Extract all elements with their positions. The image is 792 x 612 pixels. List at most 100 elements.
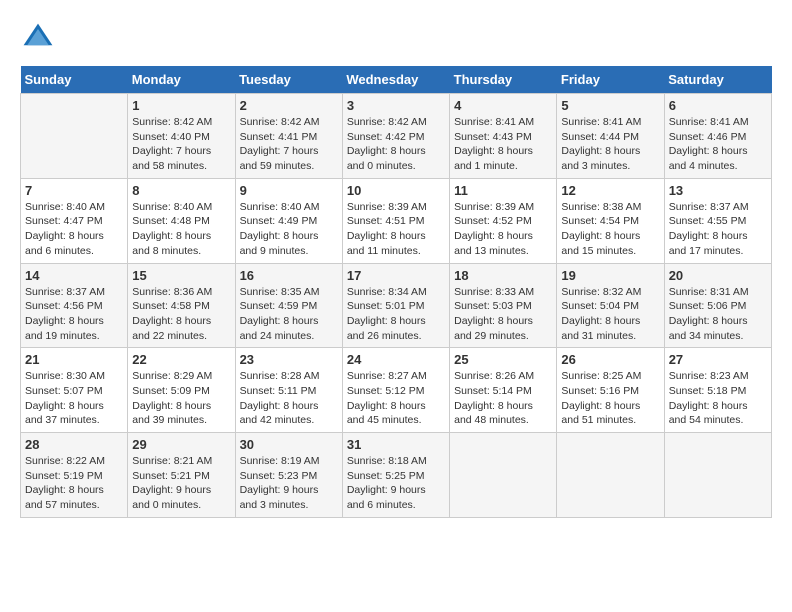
calendar-cell: 21Sunrise: 8:30 AM Sunset: 5:07 PM Dayli… bbox=[21, 348, 128, 433]
calendar-header-row: SundayMondayTuesdayWednesdayThursdayFrid… bbox=[21, 66, 772, 94]
calendar-week-row: 21Sunrise: 8:30 AM Sunset: 5:07 PM Dayli… bbox=[21, 348, 772, 433]
day-number: 24 bbox=[347, 352, 445, 367]
calendar-cell: 31 Sunrise: 8:18 AM Sunset: 5:25 PM Dayli… bbox=[342, 433, 449, 518]
day-number: 4 bbox=[454, 98, 552, 113]
calendar-cell: 3 Sunrise: 8:42 AM Sunset: 4:42 PM Daylig… bbox=[342, 94, 449, 179]
day-detail: Sunrise: 8:39 AM Sunset: 4:52 PM Dayligh… bbox=[454, 200, 552, 259]
day-detail: Sunrise: 8:37 AM Sunset: 4:55 PM Dayligh… bbox=[669, 200, 767, 259]
calendar-cell: 8 Sunrise: 8:40 AM Sunset: 4:48 PM Daylig… bbox=[128, 178, 235, 263]
calendar-cell: 27 Sunrise: 8:23 AM Sunset: 5:18 PM Dayli… bbox=[664, 348, 771, 433]
day-number: 11 bbox=[454, 183, 552, 198]
day-detail: Sunrise: 8:31 AM Sunset: 5:06 PM Dayligh… bbox=[669, 285, 767, 344]
calendar-cell: 13 Sunrise: 8:37 AM Sunset: 4:55 PM Dayli… bbox=[664, 178, 771, 263]
logo-icon bbox=[20, 20, 56, 56]
day-detail: Sunrise: 8:37 AM Sunset: 4:56 PM Dayligh… bbox=[25, 285, 123, 344]
calendar-cell: 1Sunrise: 8:42 AM Sunset: 4:40 PM Daylig… bbox=[128, 94, 235, 179]
day-number: 17 bbox=[347, 268, 445, 283]
calendar-cell: 30Sunrise: 8:19 AM Sunset: 5:23 PM Dayli… bbox=[235, 433, 342, 518]
day-detail: Sunrise: 8:30 AM Sunset: 5:07 PM Dayligh… bbox=[25, 369, 123, 428]
day-detail: Sunrise: 8:36 AM Sunset: 4:58 PM Dayligh… bbox=[132, 285, 230, 344]
day-number: 22 bbox=[132, 352, 230, 367]
day-detail: Sunrise: 8:40 AM Sunset: 4:49 PM Dayligh… bbox=[240, 200, 338, 259]
calendar-cell: 19 Sunrise: 8:32 AM Sunset: 5:04 PM Dayli… bbox=[557, 263, 664, 348]
page-header bbox=[20, 20, 772, 56]
calendar-cell: 25Sunrise: 8:26 AM Sunset: 5:14 PM Dayli… bbox=[450, 348, 557, 433]
day-number: 27 bbox=[669, 352, 767, 367]
day-number: 23 bbox=[240, 352, 338, 367]
day-detail: Sunrise: 8:34 AM Sunset: 5:01 PM Dayligh… bbox=[347, 285, 445, 344]
calendar-cell: 9 Sunrise: 8:40 AM Sunset: 4:49 PM Daylig… bbox=[235, 178, 342, 263]
calendar-cell: 23Sunrise: 8:28 AM Sunset: 5:11 PM Dayli… bbox=[235, 348, 342, 433]
day-detail: Sunrise: 8:18 AM Sunset: 5:25 PM Dayligh… bbox=[347, 454, 445, 513]
day-number: 30 bbox=[240, 437, 338, 452]
calendar-cell: 24 Sunrise: 8:27 AM Sunset: 5:12 PM Dayli… bbox=[342, 348, 449, 433]
day-number: 25 bbox=[454, 352, 552, 367]
day-number: 2 bbox=[240, 98, 338, 113]
calendar-cell: 22 Sunrise: 8:29 AM Sunset: 5:09 PM Dayli… bbox=[128, 348, 235, 433]
day-detail: Sunrise: 8:42 AM Sunset: 4:42 PM Dayligh… bbox=[347, 115, 445, 174]
calendar-cell: 17 Sunrise: 8:34 AM Sunset: 5:01 PM Dayli… bbox=[342, 263, 449, 348]
day-detail: Sunrise: 8:41 AM Sunset: 4:43 PM Dayligh… bbox=[454, 115, 552, 174]
day-detail: Sunrise: 8:41 AM Sunset: 4:44 PM Dayligh… bbox=[561, 115, 659, 174]
calendar-cell: 15 Sunrise: 8:36 AM Sunset: 4:58 PM Dayli… bbox=[128, 263, 235, 348]
day-number: 3 bbox=[347, 98, 445, 113]
day-number: 7 bbox=[25, 183, 123, 198]
day-detail: Sunrise: 8:23 AM Sunset: 5:18 PM Dayligh… bbox=[669, 369, 767, 428]
day-number: 8 bbox=[132, 183, 230, 198]
calendar-cell: 5 Sunrise: 8:41 AM Sunset: 4:44 PM Daylig… bbox=[557, 94, 664, 179]
day-detail: Sunrise: 8:32 AM Sunset: 5:04 PM Dayligh… bbox=[561, 285, 659, 344]
day-detail: Sunrise: 8:40 AM Sunset: 4:47 PM Dayligh… bbox=[25, 200, 123, 259]
day-detail: Sunrise: 8:27 AM Sunset: 5:12 PM Dayligh… bbox=[347, 369, 445, 428]
calendar-cell bbox=[21, 94, 128, 179]
day-number: 29 bbox=[132, 437, 230, 452]
day-number: 31 bbox=[347, 437, 445, 452]
day-number: 16 bbox=[240, 268, 338, 283]
day-detail: Sunrise: 8:29 AM Sunset: 5:09 PM Dayligh… bbox=[132, 369, 230, 428]
day-detail: Sunrise: 8:42 AM Sunset: 4:41 PM Dayligh… bbox=[240, 115, 338, 174]
day-number: 15 bbox=[132, 268, 230, 283]
calendar-cell: 4 Sunrise: 8:41 AM Sunset: 4:43 PM Daylig… bbox=[450, 94, 557, 179]
calendar-week-row: 14 Sunrise: 8:37 AM Sunset: 4:56 PM Dayli… bbox=[21, 263, 772, 348]
column-header-thursday: Thursday bbox=[450, 66, 557, 94]
column-header-monday: Monday bbox=[128, 66, 235, 94]
day-number: 20 bbox=[669, 268, 767, 283]
calendar-cell: 11 Sunrise: 8:39 AM Sunset: 4:52 PM Dayli… bbox=[450, 178, 557, 263]
calendar-cell bbox=[450, 433, 557, 518]
calendar-cell: 2 Sunrise: 8:42 AM Sunset: 4:41 PM Daylig… bbox=[235, 94, 342, 179]
day-detail: Sunrise: 8:25 AM Sunset: 5:16 PM Dayligh… bbox=[561, 369, 659, 428]
day-detail: Sunrise: 8:33 AM Sunset: 5:03 PM Dayligh… bbox=[454, 285, 552, 344]
calendar-cell: 6Sunrise: 8:41 AM Sunset: 4:46 PM Daylig… bbox=[664, 94, 771, 179]
day-number: 14 bbox=[25, 268, 123, 283]
calendar-cell: 14 Sunrise: 8:37 AM Sunset: 4:56 PM Dayli… bbox=[21, 263, 128, 348]
calendar-cell: 28Sunrise: 8:22 AM Sunset: 5:19 PM Dayli… bbox=[21, 433, 128, 518]
column-header-wednesday: Wednesday bbox=[342, 66, 449, 94]
day-detail: Sunrise: 8:42 AM Sunset: 4:40 PM Dayligh… bbox=[132, 115, 230, 174]
day-number: 18 bbox=[454, 268, 552, 283]
calendar-cell bbox=[664, 433, 771, 518]
calendar-week-row: 28Sunrise: 8:22 AM Sunset: 5:19 PM Dayli… bbox=[21, 433, 772, 518]
calendar-table: SundayMondayTuesdayWednesdayThursdayFrid… bbox=[20, 66, 772, 518]
day-number: 5 bbox=[561, 98, 659, 113]
day-number: 28 bbox=[25, 437, 123, 452]
calendar-cell: 29Sunrise: 8:21 AM Sunset: 5:21 PM Dayli… bbox=[128, 433, 235, 518]
day-number: 19 bbox=[561, 268, 659, 283]
calendar-cell: 10Sunrise: 8:39 AM Sunset: 4:51 PM Dayli… bbox=[342, 178, 449, 263]
day-number: 9 bbox=[240, 183, 338, 198]
calendar-cell: 12 Sunrise: 8:38 AM Sunset: 4:54 PM Dayli… bbox=[557, 178, 664, 263]
calendar-cell: 7 Sunrise: 8:40 AM Sunset: 4:47 PM Daylig… bbox=[21, 178, 128, 263]
day-number: 13 bbox=[669, 183, 767, 198]
day-detail: Sunrise: 8:40 AM Sunset: 4:48 PM Dayligh… bbox=[132, 200, 230, 259]
column-header-sunday: Sunday bbox=[21, 66, 128, 94]
calendar-cell bbox=[557, 433, 664, 518]
calendar-cell: 20 Sunrise: 8:31 AM Sunset: 5:06 PM Dayli… bbox=[664, 263, 771, 348]
day-detail: Sunrise: 8:41 AM Sunset: 4:46 PM Dayligh… bbox=[669, 115, 767, 174]
calendar-week-row: 7 Sunrise: 8:40 AM Sunset: 4:47 PM Daylig… bbox=[21, 178, 772, 263]
day-number: 10 bbox=[347, 183, 445, 198]
day-detail: Sunrise: 8:35 AM Sunset: 4:59 PM Dayligh… bbox=[240, 285, 338, 344]
calendar-cell: 26Sunrise: 8:25 AM Sunset: 5:16 PM Dayli… bbox=[557, 348, 664, 433]
calendar-cell: 16 Sunrise: 8:35 AM Sunset: 4:59 PM Dayli… bbox=[235, 263, 342, 348]
calendar-week-row: 1Sunrise: 8:42 AM Sunset: 4:40 PM Daylig… bbox=[21, 94, 772, 179]
day-detail: Sunrise: 8:38 AM Sunset: 4:54 PM Dayligh… bbox=[561, 200, 659, 259]
logo bbox=[20, 20, 60, 56]
day-number: 12 bbox=[561, 183, 659, 198]
